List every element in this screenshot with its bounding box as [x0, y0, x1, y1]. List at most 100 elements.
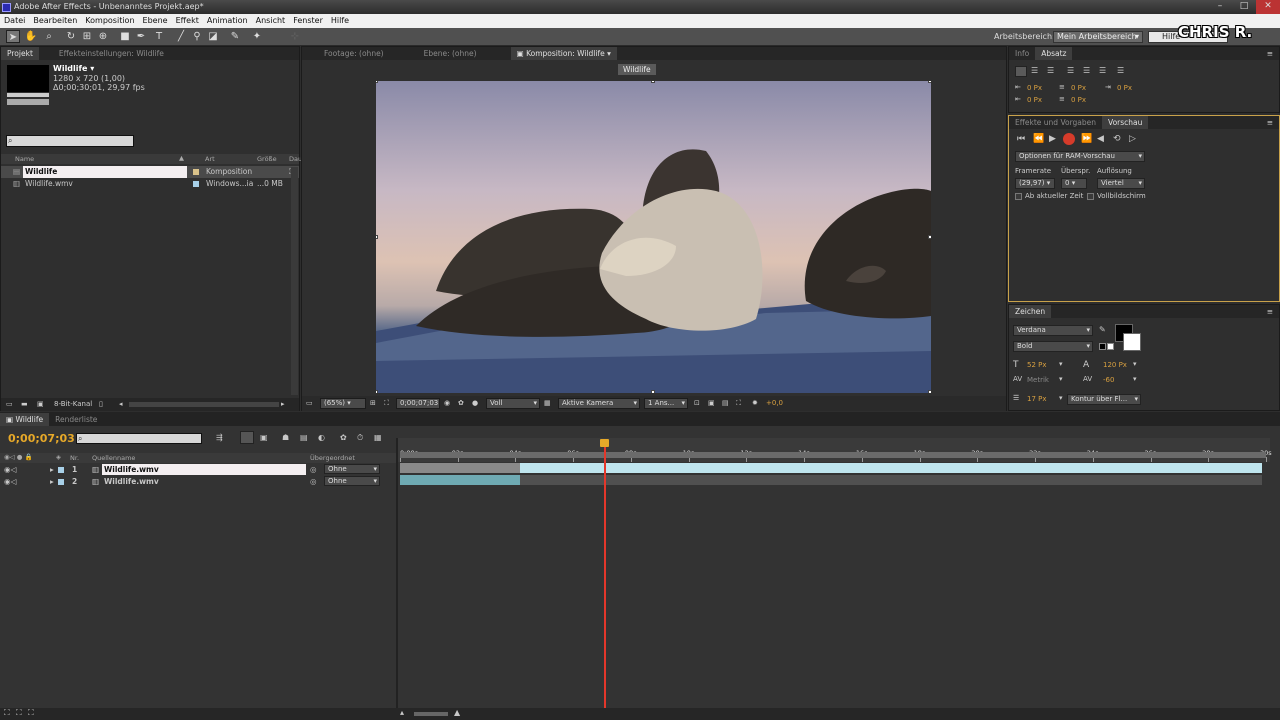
font-size-value[interactable]: 52 Px	[1027, 361, 1047, 369]
scroll-left-icon[interactable]: ◂	[119, 398, 123, 411]
transform-handle[interactable]	[376, 235, 378, 239]
scroll-right-icon[interactable]: ▸	[281, 398, 285, 411]
project-search-input[interactable]	[6, 135, 134, 147]
ram-preview-icon[interactable]	[1063, 133, 1075, 145]
column-name[interactable]: Name	[15, 155, 34, 163]
menu-komposition[interactable]: Komposition	[85, 14, 134, 28]
parent-select[interactable]: Ohne ▾	[324, 464, 380, 474]
tab-ebene[interactable]: Ebene: (ohne)	[418, 47, 483, 60]
panel-menu-icon[interactable]: ≡	[1267, 118, 1279, 127]
frame-blending-icon[interactable]: ▤	[300, 433, 308, 442]
transform-handle[interactable]	[928, 235, 931, 239]
stroke-width-value[interactable]: 17 Px	[1027, 395, 1047, 403]
first-line-indent-value[interactable]: 0 Px	[1027, 96, 1042, 104]
axis-mode-icon[interactable]: ⊹	[288, 30, 302, 43]
indent-right-value[interactable]: 0 Px	[1117, 84, 1132, 92]
label-color[interactable]	[193, 169, 199, 175]
video-toggle-icon[interactable]: ◉◁	[4, 476, 16, 487]
comp-mini-flowchart-icon[interactable]: ⇶	[216, 433, 223, 442]
sort-icon[interactable]: ▲	[179, 154, 184, 162]
eyedropper-icon[interactable]: ✎	[1099, 325, 1106, 334]
panel-menu-icon[interactable]: ≡	[1267, 49, 1279, 58]
previous-frame-icon[interactable]: ⏪	[1033, 134, 1044, 144]
table-row[interactable]: ◉◁ ▸ 2 ▥ Wildlife.wmv ◎ Ohne ▾	[0, 476, 398, 487]
views-select[interactable]: 1 Ans... ▾	[644, 398, 688, 409]
black-swatch[interactable]	[1099, 343, 1106, 350]
zoom-tool-icon[interactable]: ⌕	[42, 30, 56, 43]
tab-komposition[interactable]: ▣ Komposition: Wildlife ▾	[510, 47, 617, 60]
chevron-down-icon[interactable]: ▾	[1133, 360, 1137, 368]
timeline-icon[interactable]: ▤	[722, 396, 729, 411]
list-item[interactable]: ▥ Wildlife.wmv Windows...ia ...0 MB	[1, 178, 299, 190]
toggle-switches-icon[interactable]: ⛶	[4, 708, 10, 718]
label-color[interactable]	[193, 181, 199, 187]
auto-keyframe-icon[interactable]: ⏱	[357, 433, 363, 443]
menu-bearbeiten[interactable]: Bearbeiten	[33, 14, 77, 28]
space-after-value[interactable]: 0 Px	[1071, 96, 1086, 104]
menu-effekt[interactable]: Effekt	[176, 14, 199, 28]
label-color[interactable]	[58, 467, 64, 473]
framerate-select[interactable]: (29,97) ▾	[1015, 178, 1055, 189]
menu-ansicht[interactable]: Ansicht	[256, 14, 286, 28]
composition-viewer[interactable]	[376, 81, 931, 393]
next-frame-icon[interactable]: ⏩	[1081, 134, 1092, 144]
new-comp-icon[interactable]: ▣	[37, 398, 44, 411]
column-source-name[interactable]: Quellenname	[92, 454, 135, 462]
zoom-select[interactable]: (65%) ▾	[320, 398, 366, 409]
menu-fenster[interactable]: Fenster	[293, 14, 323, 28]
leading-value[interactable]: 120 Px	[1103, 361, 1127, 369]
layer-name[interactable]: Wildlife.wmv	[102, 464, 306, 475]
transform-handle[interactable]	[651, 81, 655, 83]
justify-center-icon[interactable]: ☰	[1083, 66, 1090, 75]
timecode-button[interactable]: 0;00;07;03	[396, 398, 440, 409]
layer-bar-inactive[interactable]	[400, 475, 520, 485]
grid-icon[interactable]: ⊞	[370, 396, 376, 411]
tab-effekteinstellungen[interactable]: Effekteinstellungen: Wildlife	[53, 47, 170, 60]
zoom-in-icon[interactable]: ▲	[454, 708, 460, 717]
motion-blur-icon[interactable]: ◐	[318, 433, 325, 442]
comp-breadcrumb[interactable]: Wildlife	[618, 64, 656, 75]
flowchart-icon[interactable]: ⛶	[736, 396, 741, 411]
draft-3d-icon[interactable]: ▣	[260, 433, 268, 442]
justify-all-icon[interactable]: ☰	[1117, 66, 1124, 75]
tab-absatz[interactable]: Absatz	[1035, 47, 1073, 60]
tab-effekte[interactable]: Effekte und Vorgaben	[1009, 116, 1102, 129]
timeline-search-input[interactable]	[76, 433, 202, 444]
toggle-modes-icon[interactable]: ⛶	[16, 708, 22, 718]
label-color[interactable]	[58, 479, 64, 485]
pickwhip-icon[interactable]: ◎	[310, 476, 317, 487]
horizontal-scrollbar[interactable]	[129, 402, 279, 407]
transform-handle[interactable]	[376, 390, 378, 393]
tab-wildlife[interactable]: ▣ Wildlife	[0, 412, 50, 426]
transform-handle[interactable]	[928, 81, 931, 83]
align-center-icon[interactable]: ☰	[1031, 66, 1038, 75]
tab-projekt[interactable]: Projekt	[1, 47, 39, 60]
hand-tool-icon[interactable]: ✋	[24, 30, 38, 43]
align-left-icon[interactable]	[1015, 66, 1027, 77]
live-update-icon[interactable]	[240, 431, 254, 444]
parent-select[interactable]: Ohne ▾	[324, 476, 380, 486]
pan-behind-tool-icon[interactable]: ⊕	[96, 30, 110, 43]
kerning-value[interactable]: Metrik	[1027, 376, 1049, 384]
layer-bar[interactable]	[400, 463, 1262, 473]
layer-bar-inactive[interactable]	[400, 463, 520, 473]
menu-datei[interactable]: Datei	[4, 14, 25, 28]
chevron-down-icon[interactable]: ▾	[1059, 360, 1063, 368]
camera-select[interactable]: Aktive Kamera ▾	[558, 398, 640, 409]
roto-brush-tool-icon[interactable]: ✎	[228, 30, 242, 43]
ram-options-select[interactable]: Optionen für RAM-Vorschau ▾	[1015, 151, 1145, 162]
timeline-divider[interactable]	[396, 438, 398, 708]
selected-item-name[interactable]: Wildlife ▾	[53, 64, 94, 73]
stroke-color-swatch[interactable]	[1123, 333, 1141, 351]
pickwhip-icon[interactable]: ◎	[310, 464, 317, 475]
tab-renderliste[interactable]: Renderliste	[49, 413, 103, 426]
time-ruler[interactable]: 0:00s02s04s06s08s10s12s14s16s18s20s22s24…	[398, 438, 1272, 462]
transform-handle[interactable]	[651, 390, 655, 393]
pen-tool-icon[interactable]: ✒	[134, 30, 148, 43]
maximize-icon[interactable]: □	[1232, 0, 1256, 14]
lock-icon[interactable]: ▣	[517, 49, 526, 58]
brainstorm-icon[interactable]: ✿	[340, 433, 347, 442]
workspace-select[interactable]: Mein Arbeitsbereich ▾	[1053, 31, 1143, 43]
text-tool-icon[interactable]: T	[152, 30, 166, 43]
toggle-pixel-aspect-icon[interactable]: ⊡	[694, 396, 700, 411]
